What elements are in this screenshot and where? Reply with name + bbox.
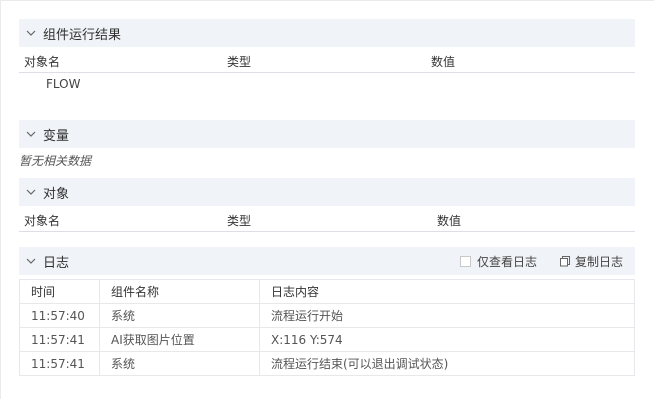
variables-header[interactable]: 变量 [19, 120, 635, 148]
table-row: 11:57:41 系统 流程运行结束(可以退出调试状态) [19, 351, 635, 376]
log-table: 时间 组件名称 日志内容 11:57:40 系统 流程运行开始 11:57:41… [19, 279, 635, 376]
copy-log-label: 复制日志 [574, 254, 623, 269]
only-view-log-toggle[interactable]: 仅查看日志 [459, 253, 537, 270]
log-content: X:116 Y:574 [259, 327, 635, 352]
log-time: 11:57:40 [19, 303, 100, 328]
log-content: 流程运行开始 [259, 303, 635, 328]
log-time: 11:57:41 [19, 327, 100, 352]
column-header-component: 组件名称 [99, 279, 260, 304]
component-results-section: 组件运行结果 对象名 类型 数值 FLOW [19, 19, 635, 91]
empty-text: 暂无相关数据 [19, 154, 92, 168]
log-actions: 仅查看日志 复制日志 [459, 253, 635, 270]
column-header-type: 类型 [227, 55, 252, 69]
variables-section: 变量 [19, 120, 635, 148]
object-name-cell: FLOW [46, 77, 81, 91]
section-title: 组件运行结果 [43, 27, 122, 43]
column-header-name: 对象名 [24, 55, 61, 69]
log-header[interactable]: 日志 仅查看日志 复制日志 [19, 247, 635, 275]
column-header-type: 类型 [227, 214, 252, 228]
log-content: 流程运行结束(可以退出调试状态) [259, 351, 635, 376]
log-component: 系统 [99, 303, 260, 328]
column-header-time: 时间 [19, 279, 100, 304]
chevron-down-icon [26, 258, 36, 264]
chevron-down-icon [26, 131, 36, 137]
copy-log-button[interactable]: 复制日志 [559, 253, 623, 270]
only-view-log-checkbox[interactable] [459, 255, 471, 267]
log-component: 系统 [99, 351, 260, 376]
column-header-name: 对象名 [24, 214, 61, 228]
table-header: 对象名 类型 数值 [19, 210, 635, 232]
column-header-content: 日志内容 [259, 279, 635, 304]
column-header-value: 数值 [431, 55, 456, 69]
log-component: AI获取图片位置 [99, 327, 260, 352]
log-time: 11:57:41 [19, 351, 100, 376]
table-row: 11:57:40 系统 流程运行开始 [19, 303, 635, 328]
objects-section: 对象 对象名 类型 数值 [19, 178, 635, 232]
copy-icon [559, 256, 570, 267]
only-view-log-label: 仅查看日志 [476, 254, 537, 269]
table-row: FLOW [19, 77, 635, 91]
chevron-down-icon [26, 30, 36, 36]
chevron-down-icon [26, 189, 36, 195]
objects-header[interactable]: 对象 [19, 178, 635, 206]
log-table-header: 时间 组件名称 日志内容 [19, 279, 635, 304]
column-header-value: 数值 [437, 214, 462, 228]
empty-state: 暂无相关数据 [19, 152, 91, 169]
log-section: 日志 仅查看日志 复制日志 时间 组件名称 日志内容 11:57:40 系统 流 [19, 247, 635, 376]
component-results-header[interactable]: 组件运行结果 [19, 19, 635, 47]
section-title: 日志 [43, 255, 70, 271]
section-title: 对象 [43, 186, 70, 202]
section-title: 变量 [43, 128, 70, 144]
table-header: 对象名 类型 数值 [19, 51, 635, 73]
table-row: 11:57:41 AI获取图片位置 X:116 Y:574 [19, 327, 635, 352]
